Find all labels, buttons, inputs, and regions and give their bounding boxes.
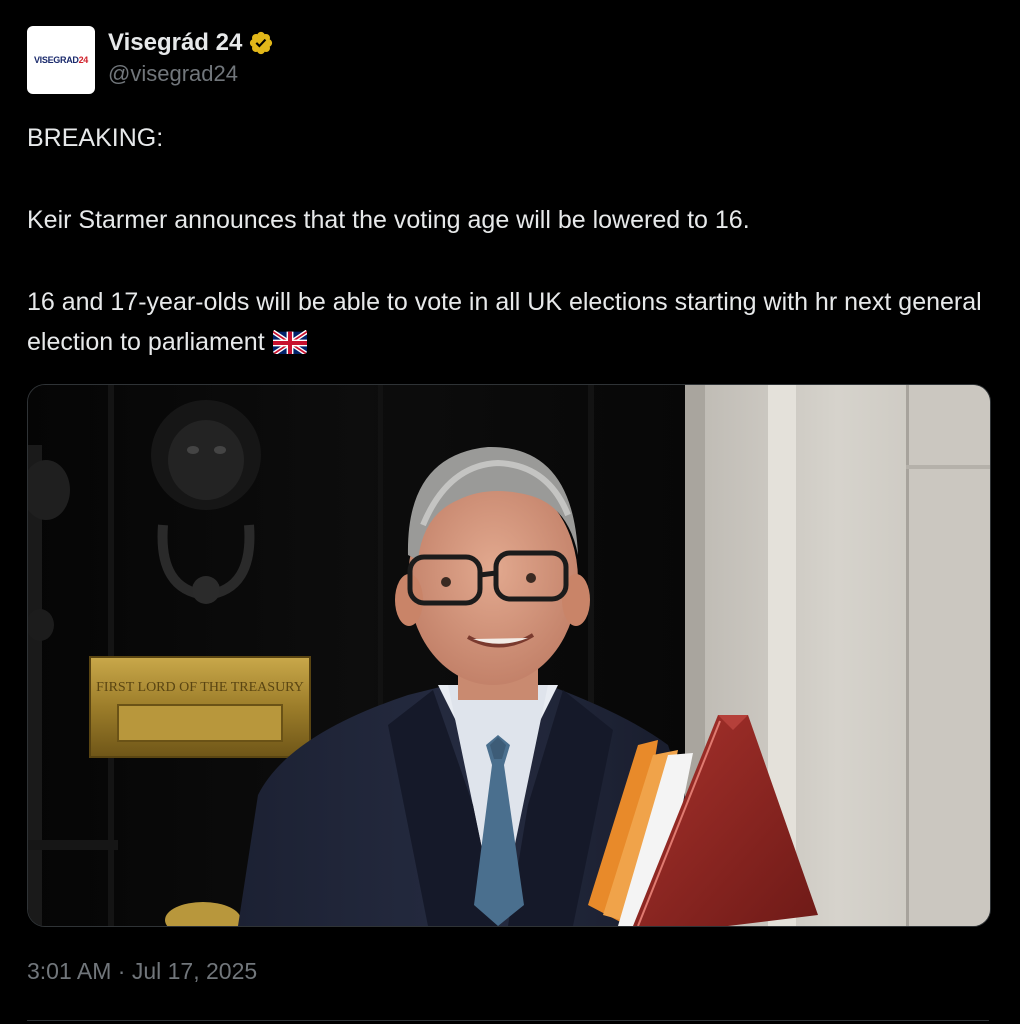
tweet-text: BREAKING: Keir Starmer announces that th… — [27, 118, 1002, 362]
tweet: VISEGRAD24 Visegrád 24 @visegrad24 BREAK… — [0, 0, 1020, 1024]
avatar[interactable]: VISEGRAD24 — [27, 26, 95, 94]
author-handle[interactable]: @visegrad24 — [108, 61, 274, 87]
uk-flag-icon — [272, 328, 307, 354]
avatar-logo-text: VISEGRAD24 — [33, 55, 89, 65]
tweet-line-details-text: 16 and 17-year-olds will be able to vote… — [27, 288, 982, 356]
photo-starmer-downing-street: FIRST LORD OF THE TREASURY — [28, 385, 990, 926]
tweet-photo[interactable]: FIRST LORD OF THE TREASURY — [27, 384, 991, 927]
display-name[interactable]: Visegrád 24 — [108, 29, 242, 57]
display-name-row: Visegrád 24 — [108, 28, 274, 58]
plaque-text: FIRST LORD OF THE TREASURY — [96, 680, 304, 695]
tweet-timestamp[interactable]: 3:01 AM · Jul 17, 2025 — [27, 958, 257, 985]
tweet-header: VISEGRAD24 Visegrád 24 @visegrad24 — [27, 26, 274, 94]
tweet-line-breaking: BREAKING: — [27, 124, 164, 152]
tweet-line-announcement: Keir Starmer announces that the voting a… — [27, 206, 750, 234]
gold-verified-badge-icon[interactable] — [248, 30, 274, 56]
author-names: Visegrád 24 @visegrad24 — [108, 28, 274, 87]
divider — [27, 1020, 989, 1021]
tweet-line-details: 16 and 17-year-olds will be able to vote… — [27, 282, 1002, 362]
